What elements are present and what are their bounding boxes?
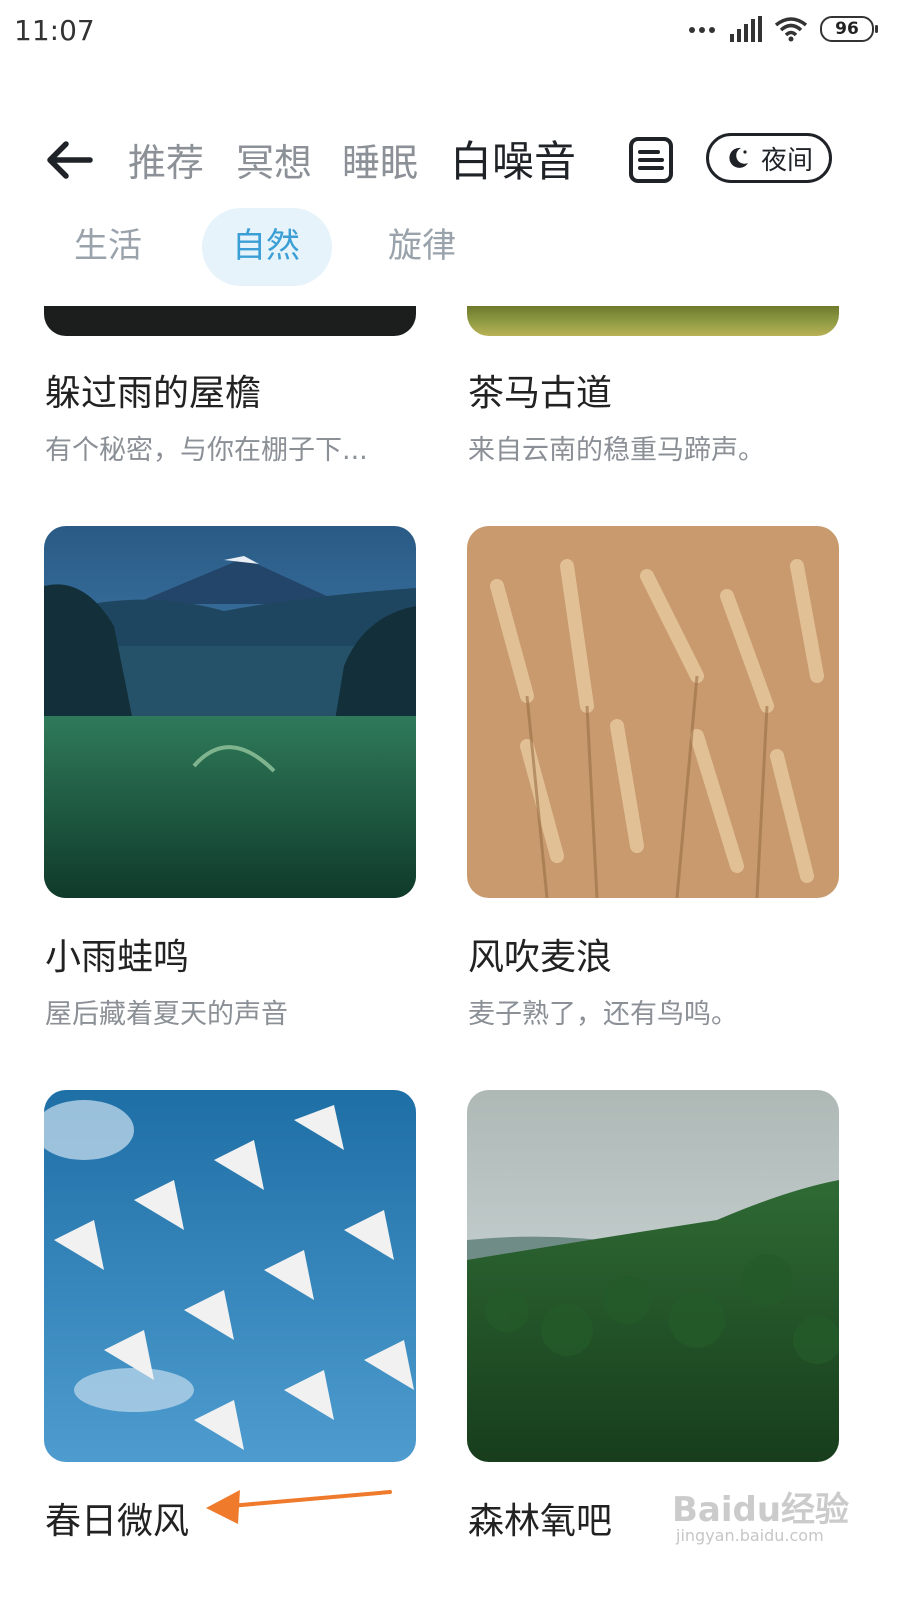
- card-thumb-wheat-waves[interactable]: [467, 526, 839, 898]
- card-thumb-forest-oxygen[interactable]: [467, 1090, 839, 1462]
- card-desc: 麦子熟了，还有鸟鸣。: [468, 999, 738, 1030]
- wifi-icon: [774, 17, 808, 42]
- baidu-watermark-url: jingyan.baidu.com: [676, 1526, 824, 1545]
- tab-recommend[interactable]: 推荐: [128, 132, 204, 187]
- card-thumb-tea-horse-road[interactable]: [467, 306, 839, 336]
- card-thumb-spring-breeze[interactable]: [44, 1090, 416, 1462]
- status-time: 11:07: [14, 14, 95, 47]
- subtab-melody[interactable]: 旋律: [388, 218, 456, 267]
- signal-icon: [730, 16, 762, 42]
- night-mode-button[interactable]: 夜间: [706, 133, 832, 183]
- card-title[interactable]: 春日微风: [45, 1492, 189, 1544]
- card-desc: 有个秘密，与你在棚子下...: [45, 435, 368, 466]
- subtab-life[interactable]: 生活: [74, 218, 142, 267]
- dots-icon: [689, 27, 715, 33]
- bunting-flags-image: [44, 1090, 416, 1462]
- landscape-image: [44, 526, 416, 898]
- list-icon[interactable]: [628, 136, 674, 184]
- card-thumb-eaves[interactable]: [44, 306, 416, 336]
- tab-white-noise[interactable]: 白噪音: [450, 128, 576, 189]
- annotation-arrow-icon: [206, 1490, 392, 1524]
- card-title[interactable]: 茶马古道: [468, 364, 612, 416]
- battery-level: 96: [835, 19, 859, 39]
- card-desc: 屋后藏着夏天的声音: [45, 999, 288, 1030]
- back-arrow-icon[interactable]: [44, 136, 94, 184]
- wheat-image: [467, 526, 839, 898]
- card-title[interactable]: 风吹麦浪: [468, 928, 612, 980]
- status-icons: 96: [688, 16, 878, 42]
- card-thumb-rain-frogs[interactable]: [44, 526, 416, 898]
- card-title[interactable]: 躲过雨的屋檐: [45, 364, 261, 416]
- tab-meditation[interactable]: 冥想: [236, 132, 312, 187]
- card-title[interactable]: 森林氧吧: [468, 1492, 612, 1544]
- night-mode-label: 夜间: [760, 145, 813, 176]
- subtab-nature[interactable]: 自然: [232, 218, 300, 267]
- battery-icon: 96: [820, 16, 878, 42]
- card-title[interactable]: 小雨蛙鸣: [45, 928, 189, 980]
- moon-icon: [729, 147, 748, 168]
- status-bar: 11:07 96: [0, 0, 900, 62]
- forest-image: [467, 1090, 839, 1462]
- baidu-watermark: Baidu经验: [672, 1490, 850, 1530]
- card-desc: 来自云南的稳重马蹄声。: [468, 435, 765, 466]
- tab-sleep[interactable]: 睡眠: [342, 132, 418, 187]
